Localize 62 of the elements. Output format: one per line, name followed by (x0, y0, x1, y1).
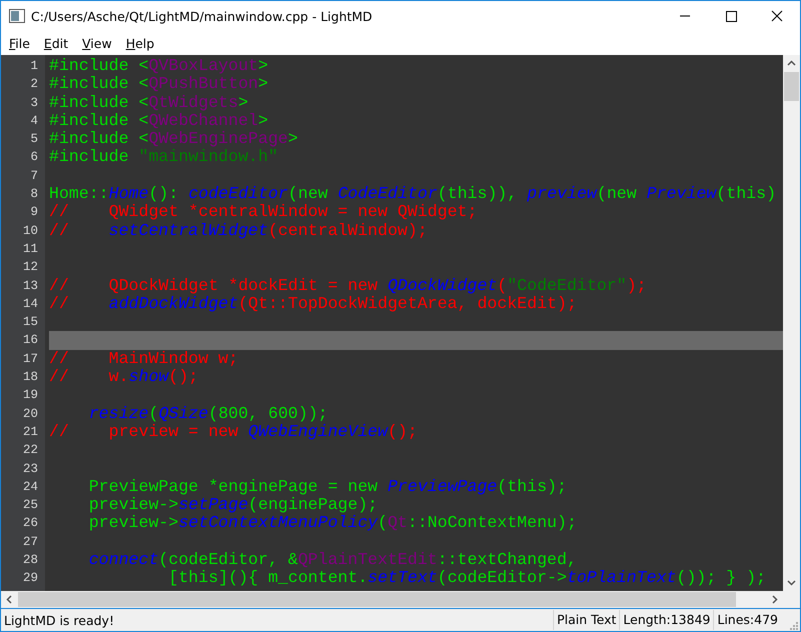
code-line: // setCentralWidget(centralWindow); (49, 222, 428, 240)
line-number: 1 (30, 59, 38, 73)
code-line: #include <QPushButton> (49, 75, 268, 94)
code-line: #include <QWebEnginePage> (49, 130, 298, 148)
line-number: 22 (22, 443, 38, 458)
line-number: 28 (22, 553, 38, 568)
code-line: #include <QtWidgets> (49, 94, 248, 112)
status-field: Length:13849 (619, 610, 714, 630)
code-line: // addDockWidget(Qt::TopDockWidgetArea, dockEdit); (49, 294, 577, 314)
line-number: 6 (30, 150, 38, 164)
line-number: 12 (22, 260, 38, 274)
line-number: 11 (22, 242, 38, 256)
line-number: 5 (30, 132, 38, 146)
line-number: 17 (22, 352, 38, 366)
scrollbar-thumb[interactable] (784, 72, 799, 101)
code-line: #include "mainwindow.h" (49, 148, 278, 167)
line-number: 7 (30, 168, 38, 183)
line-number: 16 (22, 333, 38, 348)
line-number: 13 (22, 278, 38, 293)
line-number: 10 (22, 224, 38, 238)
menu-item[interactable]: Help (120, 34, 162, 52)
line-number: 9 (30, 205, 38, 220)
code-line: // QDockWidget *dockEdit = new QDockWidget("CodeEditor"); (49, 276, 647, 295)
line-number: 8 (30, 187, 38, 202)
line-number: 23 (22, 462, 38, 476)
line-number: 24 (22, 480, 38, 494)
menu-item[interactable]: View (76, 34, 120, 52)
line-number: 4 (30, 114, 38, 128)
status-field: Plain Text (552, 610, 620, 630)
code-line: // MainWindow w; (49, 350, 238, 368)
line-number: 2 (30, 77, 38, 92)
line-number: 27 (22, 534, 38, 549)
line-number: 15 (22, 315, 38, 330)
code-line: preview->setPage(enginePage); (88, 496, 378, 514)
status-field: Lines:479 (713, 610, 781, 630)
code-line: // QWidget *centralWindow = new QWidget; (49, 203, 478, 222)
code-line: resize(QSize(800, 600)); (88, 404, 328, 423)
line-number: 21 (22, 424, 38, 439)
line-number: 14 (22, 296, 38, 311)
code-line: Home::Home(): codeEditor(new CodeEditor(this)), preview(new Preview(this) (49, 185, 776, 204)
window-title: C:/Users/Asche/Qt/LightMD/mainwindow.cpp - LightMD (31, 8, 374, 24)
code-line: connect(codeEditor, &QPlainTextEdit::textChanged, (88, 551, 577, 570)
line-number: 29 (22, 571, 38, 586)
code-line: #include <QVBoxLayout> (49, 57, 268, 76)
scrollbar-thumb[interactable] (18, 592, 736, 607)
status-message: LightMD is ready! (3, 612, 116, 628)
code-line: [this](){ m_content.setText(codeEditor->toPlainText()); } ); (167, 569, 766, 588)
line-number: 3 (30, 96, 38, 110)
line-number: 19 (22, 388, 38, 402)
line-number: 26 (22, 516, 38, 530)
line-number: 20 (22, 406, 38, 421)
code-line: preview->setContextMenuPolicy(Qt::NoContextMenu); (88, 514, 577, 533)
menu-item[interactable]: File (3, 34, 38, 52)
menu-item[interactable]: Edit (38, 34, 76, 52)
app-icon (9, 9, 25, 23)
line-number: 18 (22, 370, 38, 384)
code-line: // preview = new QWebEngineView(); (49, 422, 418, 442)
code-line: // w.show(); (49, 368, 198, 386)
resize-grip-icon (787, 619, 799, 631)
code-line: #include <QWebChannel> (49, 112, 268, 130)
line-number: 25 (22, 498, 38, 512)
code-line: PreviewPage *enginePage = new PreviewPage(this); (88, 478, 567, 496)
